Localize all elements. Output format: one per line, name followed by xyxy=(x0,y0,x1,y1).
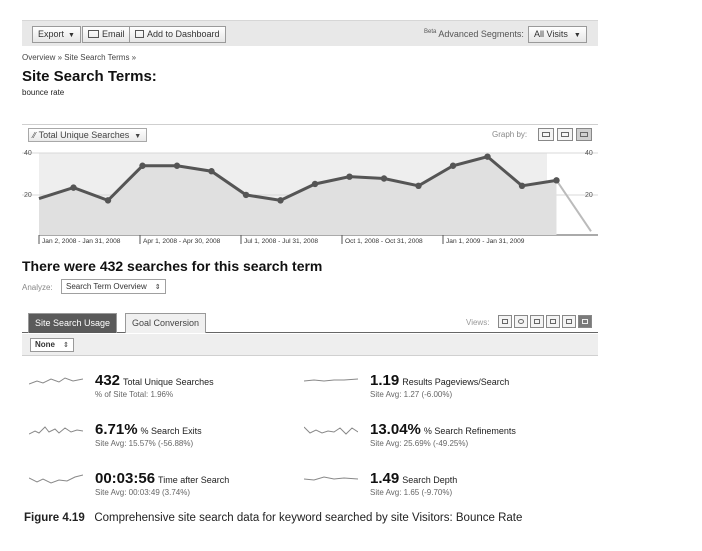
report-toolbar: Export ▼ Email Add to Dashboard Beta Adva… xyxy=(22,20,598,46)
data-point[interactable] xyxy=(553,177,560,184)
y-tick-left-40: 40 xyxy=(24,150,32,157)
metric-label[interactable]: % Search Exits xyxy=(141,426,202,436)
x-label-layer: Jan 2, 2008 - Jan 31, 2008 Apr 1, 2008 - … xyxy=(38,235,525,245)
sparkline-icon xyxy=(304,378,358,382)
dashboard-label: Add to Dashboard xyxy=(147,29,220,39)
views-label: Views: xyxy=(466,318,490,327)
x-tick-label: Apr 1, 2008 - Apr 30, 2008 xyxy=(143,238,221,245)
sparkline-icon xyxy=(304,426,358,435)
data-point[interactable] xyxy=(242,191,250,199)
data-point[interactable] xyxy=(277,197,284,204)
chevron-down-icon: ▼ xyxy=(68,32,75,39)
data-point[interactable] xyxy=(173,162,181,169)
sparkline-icon xyxy=(304,476,358,481)
data-point[interactable] xyxy=(449,162,457,169)
sparkline-icon xyxy=(29,377,83,385)
segment-select[interactable]: All Visits ▼ xyxy=(528,26,587,43)
dashboard-icon xyxy=(135,30,144,38)
x-tick-label: Oct 1, 2008 - Oct 31, 2008 xyxy=(345,238,423,245)
y-tick-left-20: 20 xyxy=(24,192,32,199)
x-tick-label: Jan 2, 2008 - Jan 31, 2008 xyxy=(42,238,121,245)
sparkline-icon xyxy=(29,426,83,435)
data-point[interactable] xyxy=(104,197,112,204)
metric-sub: Site Avg: 15.57% (-56.88%) xyxy=(95,439,194,448)
data-point[interactable] xyxy=(70,184,77,191)
segments-label-text: Advanced Segments: xyxy=(438,29,524,39)
filter-bar: None ⇕ xyxy=(22,334,598,356)
sparkline-view-icon[interactable] xyxy=(578,315,592,328)
metric-value: 432 xyxy=(95,372,121,389)
email-button[interactable]: Email xyxy=(82,26,131,43)
envelope-icon xyxy=(88,30,99,38)
metric-time-after-search: 00:03:56 Time after Search Site Avg: 00:0… xyxy=(22,470,302,508)
analyze-value: Search Term Overview xyxy=(66,282,147,291)
sparkline-icon xyxy=(29,474,83,484)
chevron-updown-icon: ⇕ xyxy=(63,342,69,349)
metric-value: 6.71% xyxy=(95,421,138,438)
term-cloud-view-icon[interactable] xyxy=(562,315,576,328)
data-point[interactable] xyxy=(484,153,491,160)
pie-view-icon[interactable] xyxy=(514,315,528,328)
metric-label[interactable]: Total Unique Searches xyxy=(123,377,214,387)
breadcrumb[interactable]: Overview » Site Search Terms » xyxy=(22,53,136,62)
metric-label[interactable]: Results Pageviews/Search xyxy=(402,377,509,387)
metric-sub: Site Avg: 00:03:49 (3.74%) xyxy=(95,488,191,497)
metric-sub: % of Site Total: 1.96% xyxy=(95,390,174,399)
analyze-select[interactable]: Search Term Overview ⇕ xyxy=(61,279,166,294)
metric-search-exits: 6.71%% Search Exits Site Avg: 15.57% (-5… xyxy=(22,421,302,459)
export-button[interactable]: Export ▼ xyxy=(32,26,81,43)
comparison-view-icon[interactable] xyxy=(546,315,560,328)
data-point[interactable] xyxy=(346,173,353,180)
email-label: Email xyxy=(102,29,125,39)
tab-goal-conversion[interactable]: Goal Conversion xyxy=(125,313,207,333)
x-tick-label: Jan 1, 2009 - Jan 31, 2009 xyxy=(446,238,525,245)
data-point[interactable] xyxy=(139,162,146,169)
dimension-select[interactable]: None ⇕ xyxy=(30,338,74,352)
report-tabs: Site Search Usage Goal Conversion Views: xyxy=(22,313,598,333)
metric-sub: Site Avg: 1.65 (-9.70%) xyxy=(370,488,453,497)
table-view-icon[interactable] xyxy=(498,315,512,328)
search-term-label: bounce rate xyxy=(22,88,65,97)
metric-unique-searches: 432 Total Unique Searches % of Site Total… xyxy=(22,372,302,410)
analyze-label: Analyze: xyxy=(22,283,53,292)
metric-value: 1.19 xyxy=(370,372,400,389)
metric-search-refinements: 13.04%% Search Refinements Site Avg: 25.… xyxy=(297,421,577,459)
beta-badge: Beta xyxy=(424,29,437,35)
metric-value: 1.49 xyxy=(370,470,400,487)
data-point[interactable] xyxy=(311,180,319,188)
y-tick-right-20: 20 xyxy=(585,192,593,199)
metric-sub: Site Avg: 25.69% (-49.25%) xyxy=(370,439,469,448)
x-tick-label: Jul 1, 2008 - Jul 31, 2008 xyxy=(244,238,318,245)
page-title: Site Search Terms: xyxy=(22,68,157,85)
figure-number: Figure 4.19 xyxy=(24,512,85,524)
y-tick-right-40: 40 xyxy=(585,150,593,157)
data-point[interactable] xyxy=(415,182,422,189)
export-label: Export xyxy=(38,29,65,39)
metric-value: 13.04% xyxy=(370,421,421,438)
add-to-dashboard-button[interactable]: Add to Dashboard xyxy=(129,26,226,43)
metric-results-pageviews: 1.19 Results Pageviews/Search Site Avg: 1… xyxy=(297,372,577,410)
metric-label[interactable]: Time after Search xyxy=(158,475,229,485)
chevron-updown-icon: ⇕ xyxy=(154,284,161,291)
data-point[interactable] xyxy=(380,175,388,182)
trend-chart-panel: ⁄⁄ Total Unique Searches ▼ Graph by: 40 20… xyxy=(22,124,598,245)
tab-site-search-usage[interactable]: Site Search Usage xyxy=(28,313,118,333)
data-point[interactable] xyxy=(518,182,526,189)
metric-sub: Site Avg: 1.27 (-6.00%) xyxy=(370,390,453,399)
series-tail xyxy=(555,179,592,232)
bar-view-icon[interactable] xyxy=(530,315,544,328)
metric-label[interactable]: Search Depth xyxy=(402,475,457,485)
chevron-down-icon: ▼ xyxy=(573,32,581,39)
data-point[interactable] xyxy=(208,168,215,175)
advanced-segments-label: Beta Advanced Segments: xyxy=(424,29,524,39)
figure-caption-text: Comprehensive site search data for keywo… xyxy=(94,512,523,524)
metric-search-depth: 1.49 Search Depth Site Avg: 1.65 (-9.70%) xyxy=(297,470,577,508)
figure-caption: Figure 4.19 Comprehensive site search da… xyxy=(24,512,522,524)
metric-label[interactable]: % Search Refinements xyxy=(424,426,516,436)
segment-value: All Visits xyxy=(534,29,568,39)
trend-chart: 40 20 40 20 Jan 2, 2008 - Jan 31, 2008 Ap… xyxy=(22,150,598,245)
metric-value: 00:03:56 xyxy=(95,470,156,487)
search-count-heading: There were 432 searches for this search … xyxy=(22,258,323,274)
dimension-value: None xyxy=(35,340,55,349)
